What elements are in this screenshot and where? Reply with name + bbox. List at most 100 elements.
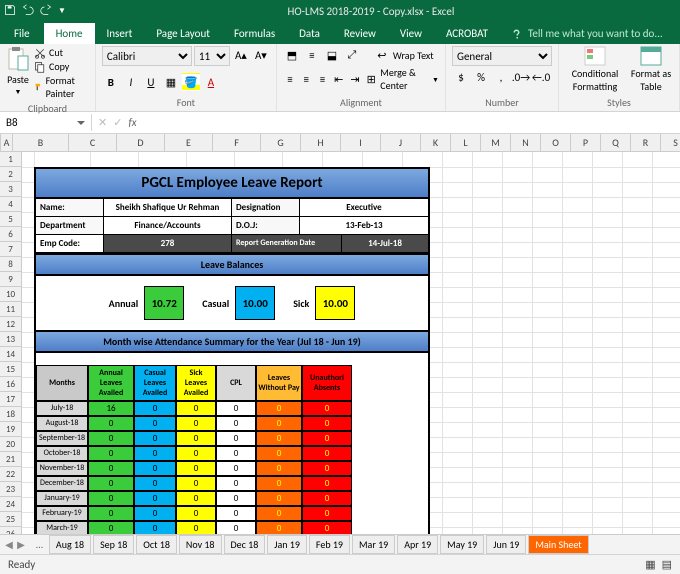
cell[interactable]: 0 [88, 446, 134, 461]
wrap-text-label[interactable]: Wrap Text [393, 49, 434, 62]
cell[interactable]: 0 [88, 416, 134, 431]
name-box[interactable]: B8 [0, 114, 92, 131]
format-table-button[interactable]: Format as Table [629, 46, 673, 93]
cell[interactable]: February-19 [36, 506, 88, 521]
cell[interactable]: 0 [256, 506, 302, 521]
row-header[interactable]: 10 [0, 287, 21, 302]
undo-icon[interactable] [22, 4, 34, 19]
cell[interactable]: 0 [302, 461, 352, 476]
cell[interactable]: 0 [176, 401, 216, 416]
cell[interactable]: 0 [256, 401, 302, 416]
tell-me[interactable]: Tell me what you want to do... [500, 23, 675, 44]
cell[interactable]: 0 [88, 506, 134, 521]
cell[interactable]: October-18 [36, 446, 88, 461]
cell[interactable]: 0 [216, 476, 256, 491]
sheet-tab[interactable]: Mar 19 [352, 535, 395, 554]
fx-icon[interactable]: fx [128, 116, 136, 129]
row-header[interactable]: 9 [0, 272, 21, 287]
row-header[interactable]: 2 [0, 167, 21, 182]
row-header[interactable]: 14 [0, 347, 21, 362]
conditional-formatting-button[interactable]: Conditional Formatting [565, 46, 625, 93]
row-header[interactable]: 6 [0, 227, 21, 242]
bold-button[interactable]: B [102, 73, 120, 91]
col-header[interactable]: Q [601, 134, 631, 151]
align-middle-icon[interactable]: ≡ [303, 46, 321, 64]
sheet-tab[interactable]: Feb 19 [309, 535, 350, 554]
sheet-tab[interactable]: Oct 18 [136, 535, 177, 554]
spreadsheet-grid[interactable]: ABCDEFGHIJKLMNOPQRST 1234567891011121314… [0, 134, 680, 534]
merge-icon[interactable]: ⊞ [364, 70, 378, 88]
cell[interactable]: 0 [88, 491, 134, 506]
cell[interactable]: 0 [256, 431, 302, 446]
sheet-more-left[interactable]: … [32, 536, 47, 553]
font-name-select[interactable]: Calibri [102, 46, 192, 66]
align-bottom-icon[interactable]: ⬓ [323, 46, 341, 64]
underline-button[interactable]: U [142, 73, 160, 91]
font-color-button[interactable]: A [202, 73, 220, 91]
cell[interactable]: 0 [134, 461, 176, 476]
cell[interactable]: 0 [134, 446, 176, 461]
sheet-nav-prev-icon[interactable]: ◀ [4, 538, 14, 551]
col-header[interactable]: E [165, 134, 213, 151]
cell[interactable]: 0 [256, 416, 302, 431]
col-header[interactable]: B [13, 134, 69, 151]
cell[interactable]: 0 [134, 506, 176, 521]
decrease-indent-icon[interactable]: ⇤ [332, 70, 346, 88]
sheet-tab[interactable]: Apr 19 [397, 535, 438, 554]
tab-formulas[interactable]: Formulas [222, 23, 287, 44]
col-header[interactable]: G [261, 134, 301, 151]
copy-button[interactable]: Copy [34, 60, 89, 73]
cell[interactable]: 0 [176, 446, 216, 461]
cell[interactable]: 0 [88, 476, 134, 491]
increase-decimal-icon[interactable]: .0→ [512, 68, 530, 86]
row-header[interactable]: 23 [0, 482, 21, 497]
cell[interactable]: 0 [302, 446, 352, 461]
sheet-tab[interactable]: Sep 18 [93, 535, 134, 554]
wrap-text-icon[interactable]: ↩ [373, 46, 391, 64]
tab-file[interactable]: File [0, 23, 44, 44]
col-header[interactable]: D [117, 134, 165, 151]
increase-indent-icon[interactable]: ⇥ [348, 70, 362, 88]
number-format-select[interactable]: General [452, 46, 552, 66]
row-header[interactable]: 11 [0, 302, 21, 317]
row-header[interactable]: 15 [0, 362, 21, 377]
cell[interactable]: December-18 [36, 476, 88, 491]
format-painter-button[interactable]: Format Painter [34, 74, 89, 100]
cell[interactable]: 0 [176, 491, 216, 506]
cell[interactable]: 0 [176, 476, 216, 491]
cell[interactable]: 16 [88, 401, 134, 416]
row-header[interactable]: 1 [0, 152, 21, 167]
cut-button[interactable]: Cut [34, 46, 89, 59]
cell[interactable]: 0 [302, 506, 352, 521]
cell[interactable]: 0 [302, 401, 352, 416]
sheet-tab[interactable]: Main Sheet [528, 535, 588, 554]
row-header[interactable]: 17 [0, 392, 21, 407]
cell[interactable]: January-19 [36, 491, 88, 506]
decrease-decimal-icon[interactable]: ←.0 [532, 68, 550, 86]
cell[interactable]: 0 [302, 491, 352, 506]
cell[interactable]: 0 [88, 431, 134, 446]
cell[interactable]: 0 [256, 476, 302, 491]
row-header[interactable]: 5 [0, 212, 21, 227]
cell[interactable]: 0 [134, 416, 176, 431]
col-header[interactable]: M [481, 134, 511, 151]
align-right-icon[interactable]: ≡ [315, 70, 329, 88]
align-top-icon[interactable]: ⬒ [283, 46, 301, 64]
col-header[interactable]: R [631, 134, 661, 151]
cell[interactable]: 0 [134, 476, 176, 491]
cell[interactable]: March-19 [36, 521, 88, 534]
view-page-icon[interactable]: ▤ [662, 558, 672, 571]
row-header[interactable]: 26 [0, 527, 21, 534]
comma-icon[interactable]: , [492, 68, 510, 86]
sheet-tab[interactable]: Aug 18 [49, 535, 91, 554]
row-header[interactable]: 16 [0, 377, 21, 392]
row-header[interactable]: 24 [0, 497, 21, 512]
cell[interactable]: 0 [256, 461, 302, 476]
cell[interactable]: September-18 [36, 431, 88, 446]
col-header[interactable]: S [661, 134, 680, 151]
row-header[interactable]: 12 [0, 317, 21, 332]
tab-insert[interactable]: Insert [95, 23, 145, 44]
cell[interactable]: 0 [88, 521, 134, 534]
orientation-icon[interactable]: ⤢ [343, 46, 361, 64]
tab-review[interactable]: Review [332, 23, 388, 44]
